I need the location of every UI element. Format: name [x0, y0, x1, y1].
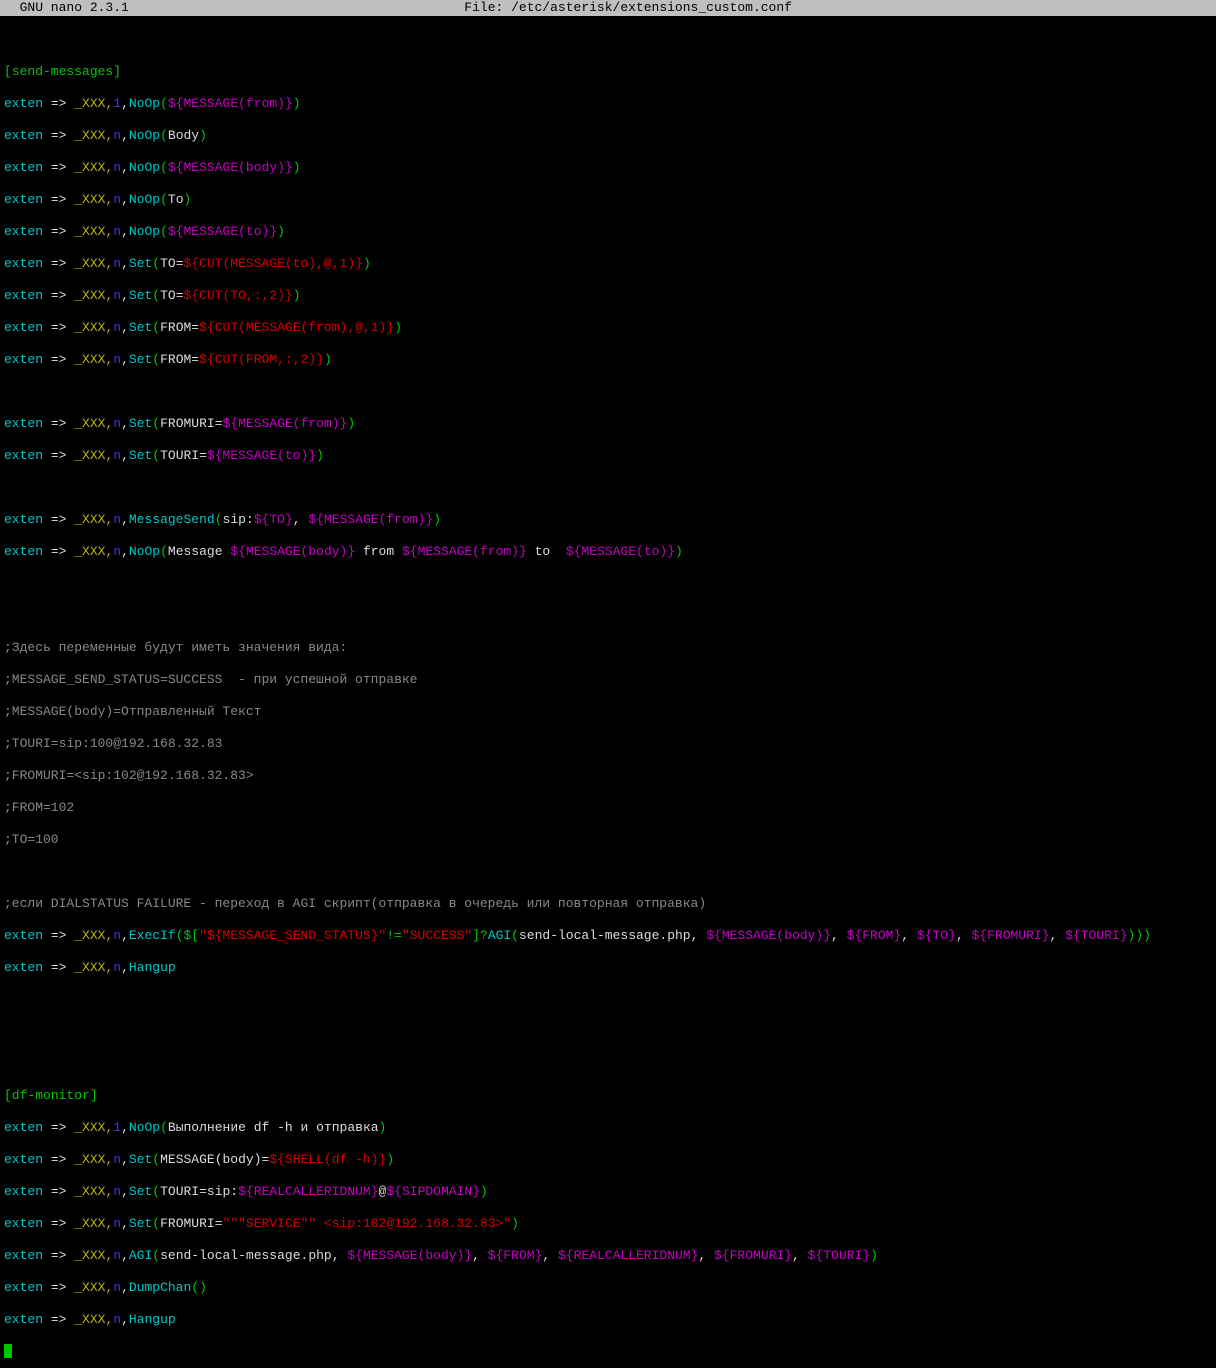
code-line: exten => _XXX,n,Set(TO=${CUT(MESSAGE(to)… [4, 256, 1212, 272]
nano-version: GNU nano 2.3.1 [4, 0, 129, 15]
blank-line [4, 864, 1212, 880]
context-df: [df-monitor] [4, 1088, 1212, 1104]
cursor-line [4, 1344, 1212, 1360]
comment-line: ;MESSAGE_SEND_STATUS=SUCCESS - при успеш… [4, 672, 1212, 688]
code-line: exten => _XXX,n,NoOp(Body) [4, 128, 1212, 144]
code-line: exten => _XXX,n,Hangup [4, 1312, 1212, 1328]
blank-line [4, 32, 1212, 48]
code-line: exten => _XXX,n,Set(FROMURI=${MESSAGE(fr… [4, 416, 1212, 432]
comment-line: ;Здесь переменные будут иметь значения в… [4, 640, 1212, 656]
cursor [4, 1344, 12, 1358]
code-line: exten => _XXX,n,NoOp(${MESSAGE(to)}) [4, 224, 1212, 240]
comment-line: ;FROM=102 [4, 800, 1212, 816]
editor-content[interactable]: [send-messages] exten => _XXX,1,NoOp(${M… [0, 16, 1216, 1368]
comment-line: ;TOURI=sip:100@192.168.32.83 [4, 736, 1212, 752]
title-spacer-1 [129, 0, 464, 15]
code-line: exten => _XXX,n,Set(FROMURI="""SERVICE""… [4, 1216, 1212, 1232]
comment-line: ;TO=100 [4, 832, 1212, 848]
blank-line [4, 992, 1212, 1008]
context-send: [send-messages] [4, 64, 1212, 80]
code-line: exten => _XXX,n,Hangup [4, 960, 1212, 976]
code-line: exten => _XXX,n,Set(TOURI=sip:${REALCALL… [4, 1184, 1212, 1200]
code-line: exten => _XXX,n,NoOp(To) [4, 192, 1212, 208]
code-line: exten => _XXX,n,MessageSend(sip:${TO}, $… [4, 512, 1212, 528]
code-line: exten => _XXX,1,NoOp(Выполнение df -h и … [4, 1120, 1212, 1136]
comment-line: ;FROMURI=<sip:102@192.168.32.83> [4, 768, 1212, 784]
filename: File: /etc/asterisk/extensions_custom.co… [464, 0, 792, 15]
comment-line: ;MESSAGE(body)=Отправленный Текст [4, 704, 1212, 720]
code-line: exten => _XXX,n,Set(MESSAGE(body)=${SHEL… [4, 1152, 1212, 1168]
code-line: exten => _XXX,n,Set(TO=${CUT(TO,:,2)}) [4, 288, 1212, 304]
blank-line [4, 480, 1212, 496]
code-line: exten => _XXX,n,ExecIf($["${MESSAGE_SEND… [4, 928, 1212, 944]
blank-line [4, 1024, 1212, 1040]
nano-titlebar: GNU nano 2.3.1 File: /etc/asterisk/exten… [0, 0, 1216, 16]
code-line: exten => _XXX,1,NoOp(${MESSAGE(from)}) [4, 96, 1212, 112]
code-line: exten => _XXX,n,NoOp(${MESSAGE(body)}) [4, 160, 1212, 176]
blank-line [4, 384, 1212, 400]
code-line: exten => _XXX,n,Set(TOURI=${MESSAGE(to)}… [4, 448, 1212, 464]
code-line: exten => _XXX,n,DumpChan() [4, 1280, 1212, 1296]
code-line: exten => _XXX,n,Set(FROM=${CUT(MESSAGE(f… [4, 320, 1212, 336]
blank-line [4, 576, 1212, 592]
code-line: exten => _XXX,n,AGI(send-local-message.p… [4, 1248, 1212, 1264]
comment-line: ;если DIALSTATUS FAILURE - переход в AGI… [4, 896, 1212, 912]
code-line: exten => _XXX,n,Set(FROM=${CUT(FROM,:,2)… [4, 352, 1212, 368]
code-line: exten => _XXX,n,NoOp(Message ${MESSAGE(b… [4, 544, 1212, 560]
blank-line [4, 608, 1212, 624]
blank-line [4, 1056, 1212, 1072]
